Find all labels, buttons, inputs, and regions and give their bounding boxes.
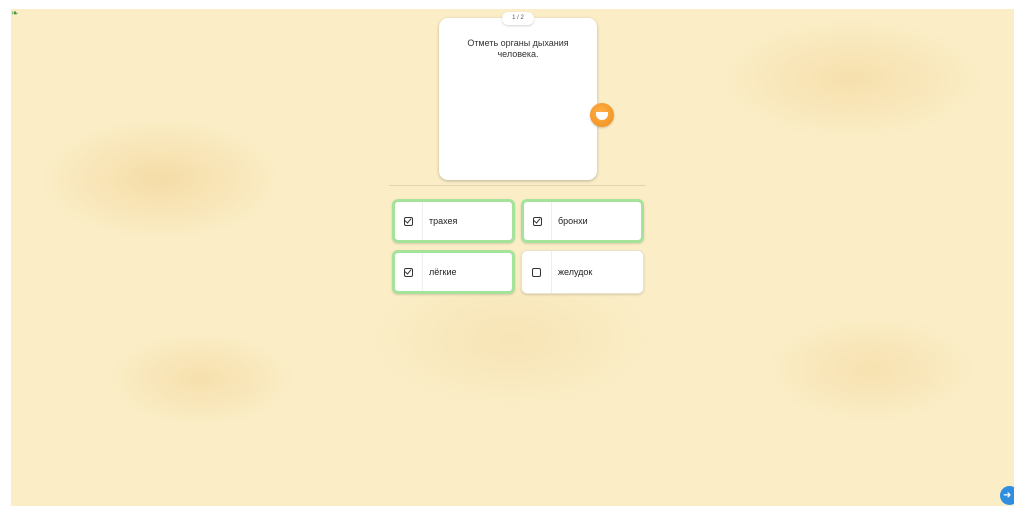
smiley-mascot-icon	[590, 103, 614, 127]
option-label: бронхи	[558, 216, 588, 226]
page-counter: 1 / 2	[502, 12, 534, 25]
question-text: Отметь органы дыхания человека.	[467, 38, 569, 59]
option-label: трахея	[429, 216, 458, 226]
option-zheludok[interactable]: желудок	[521, 250, 644, 294]
option-label: лёгкие	[429, 267, 457, 277]
checked-checkbox-icon[interactable]	[395, 253, 423, 291]
empty-checkbox-icon[interactable]	[522, 251, 552, 293]
divider	[389, 185, 646, 186]
sprout-icon: ❧	[11, 8, 19, 18]
arrow-right-icon[interactable]: ➜	[1000, 486, 1014, 505]
checked-checkbox-icon[interactable]	[524, 202, 552, 240]
checked-checkbox-icon[interactable]	[395, 202, 423, 240]
option-bronkhi[interactable]: бронхи	[521, 199, 644, 243]
option-tracheya[interactable]: трахея	[392, 199, 515, 243]
option-label: желудок	[558, 267, 593, 277]
option-legkie[interactable]: лёгкие	[392, 250, 515, 294]
